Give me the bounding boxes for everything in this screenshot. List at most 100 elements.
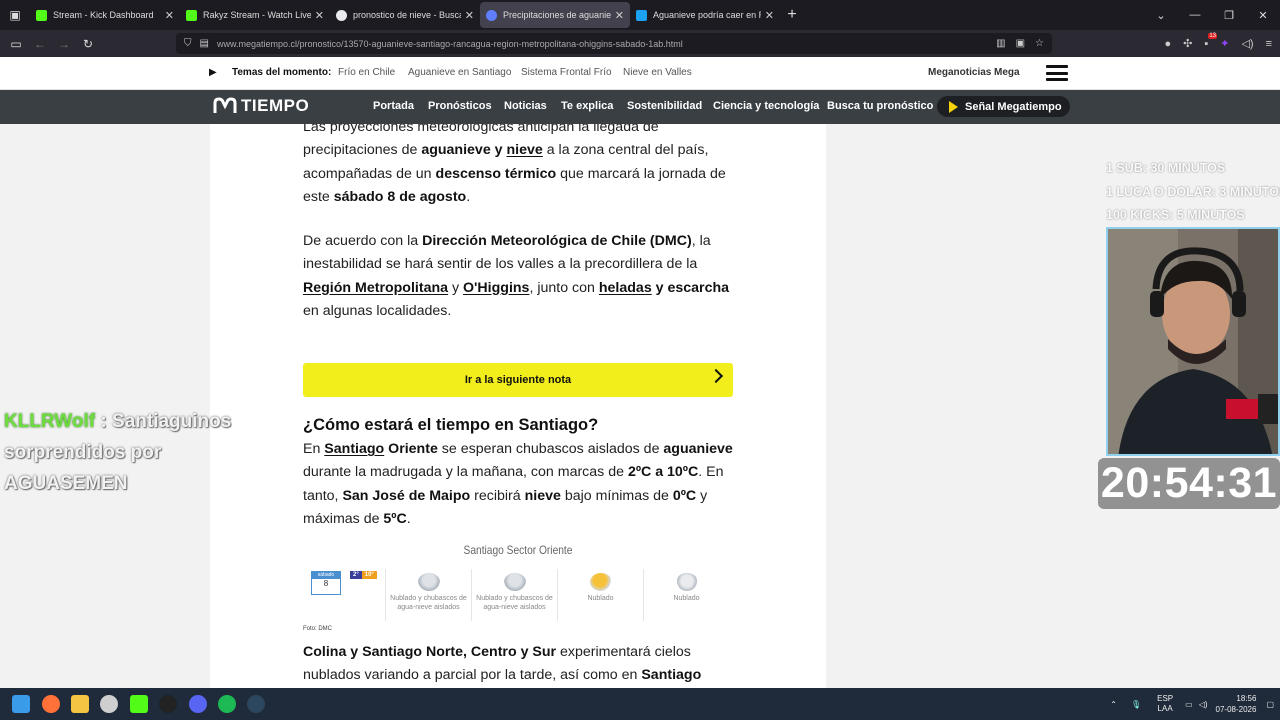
windows-start-icon[interactable] (12, 695, 30, 713)
bold-text: Santiago (641, 667, 702, 684)
trend-link[interactable]: Aguanieve en Santiago (408, 67, 511, 78)
tab-list-icon[interactable]: ▣ (0, 0, 30, 30)
text: se esperan chubascos aislados de (437, 441, 664, 457)
minimize-button[interactable]: — (1178, 9, 1212, 21)
steam-icon[interactable] (247, 695, 265, 713)
text: . (466, 188, 471, 205)
notification-icon[interactable]: ▢ (1266, 700, 1274, 709)
shield-icon[interactable]: ⛉ (184, 38, 192, 49)
extensions-puzzle-icon[interactable]: ✣ (1183, 37, 1192, 50)
nav-sostenibilidad[interactable]: Sostenibilidad (627, 100, 702, 112)
bold-text: sábado 8 de agosto (333, 188, 467, 205)
trend-link[interactable]: Sistema Frontal Frío (521, 67, 612, 78)
extension-badge-icon[interactable]: ▪ 13 (1204, 32, 1218, 50)
browser-tab[interactable]: pronostico de nieve - Buscar co ✕ (330, 2, 480, 28)
extension-icon[interactable]: ● (1164, 38, 1171, 50)
browser-tab[interactable]: Stream - Kick Dashboard ✕ (30, 2, 180, 28)
nav-noticias[interactable]: Noticias (504, 100, 547, 112)
chat-separator: : (95, 411, 113, 432)
nav-te-explica[interactable]: Te explica (561, 100, 613, 112)
text: en algunas localidades. (303, 302, 452, 319)
spotify-icon[interactable] (218, 695, 236, 713)
browser-tab-active[interactable]: Precipitaciones de aguanieve e ✕ (480, 2, 630, 28)
close-tab-icon[interactable]: ✕ (765, 9, 774, 22)
site-logo[interactable]: TIEMPO (213, 96, 309, 116)
chevron-down-icon[interactable]: ⌄ (1144, 9, 1178, 22)
browser-tab[interactable]: Rakyz Stream - Watch Live ✕ (180, 2, 330, 28)
article-body: Las proyecciones meteorológicas anticipa… (210, 124, 826, 688)
forecast-desc: Nublado (587, 595, 614, 602)
forward-button[interactable]: → (52, 37, 76, 51)
taskbar-date: 07-08-2026 (1215, 705, 1257, 714)
discord-icon[interactable] (189, 695, 207, 713)
back-button[interactable]: ← (28, 37, 52, 51)
reader-view-icon[interactable]: ▥ (996, 38, 1005, 49)
url-text[interactable]: www.megatiempo.cl/pronostico/13570-aguan… (217, 39, 996, 49)
speaker-icon[interactable]: ◁) (1199, 700, 1208, 709)
obs-icon[interactable] (100, 695, 118, 713)
twitter-icon (636, 9, 647, 21)
bookmark-star-icon[interactable]: ☆ (1035, 38, 1044, 49)
nav-portada[interactable]: Portada (373, 100, 414, 112)
browser-tab[interactable]: Aguanieve podría caer en Ranc ✕ (630, 2, 780, 28)
mega-link[interactable]: Mega (994, 67, 1020, 78)
nieve-link[interactable]: nieve (507, 142, 543, 158)
pip-icon[interactable]: ▣ (1016, 38, 1025, 49)
nav-busca[interactable]: Busca tu pronóstico (827, 100, 933, 112)
twitch-extension-icon[interactable]: ✦ (1220, 37, 1229, 50)
close-tab-icon[interactable]: ✕ (615, 9, 624, 22)
close-tab-icon[interactable]: ✕ (465, 9, 474, 22)
restore-button[interactable]: ❐ (1212, 9, 1246, 22)
aguanieve-link[interactable]: aguanieve (421, 142, 490, 158)
network-icon[interactable]: ▭ (1185, 700, 1193, 709)
volume-icon[interactable]: ◁) (1241, 37, 1253, 50)
senal-megatiempo-button[interactable]: Señal Megatiempo (937, 96, 1070, 117)
bold-text: Colina y Santiago Norte, Centro y Sur (303, 644, 557, 660)
nav-pronosticos[interactable]: Pronósticos (428, 100, 492, 112)
menu-icon[interactable]: ≡ (1266, 38, 1272, 50)
forecast-title: Santiago Sector Oriente (463, 543, 573, 557)
close-window-button[interactable]: ✕ (1246, 9, 1280, 22)
bold-text: Dirección Meteorológica de Chile (DMC) (422, 233, 692, 249)
sidebar-toggle-icon[interactable]: ▭ (4, 37, 28, 51)
url-bar[interactable]: ⛉ ▤ www.megatiempo.cl/pronostico/13570-a… (176, 33, 1052, 54)
forecast-day: sábado (312, 572, 340, 579)
new-tab-button[interactable]: + (780, 6, 804, 24)
kick-icon[interactable] (130, 695, 148, 713)
play-icon[interactable]: ▶ (209, 67, 217, 78)
forecast-cell: Nublado y chubascos de agua-nieve aislad… (471, 569, 557, 621)
firefox-icon[interactable] (42, 695, 60, 713)
hamburger-menu-icon[interactable] (1046, 65, 1068, 81)
chevron-up-icon[interactable]: ⌃ (1110, 700, 1117, 709)
bold-text: Oriente (384, 441, 438, 457)
region-metropolitana-link[interactable]: Región Metropolitana (303, 280, 448, 296)
close-tab-icon[interactable]: ✕ (315, 9, 324, 22)
app-icon[interactable] (159, 695, 177, 713)
webcam-feed (1106, 227, 1280, 456)
reload-button[interactable]: ↻ (76, 37, 100, 51)
bold-text: San José de Maipo (342, 487, 471, 504)
trend-link[interactable]: Nieve en Valles (623, 67, 692, 78)
text: durante la madrugada y la mañana, con ma… (303, 464, 628, 481)
browser-navbar: ▭ ← → ↻ ⛉ ▤ www.megatiempo.cl/pronostico… (0, 30, 1280, 57)
text: y (490, 142, 507, 159)
santiago-link[interactable]: Santiago (324, 441, 384, 457)
chat-username: KLLRWolf (4, 411, 96, 432)
file-explorer-icon[interactable] (71, 695, 89, 713)
stream-goals-overlay: 1 SUB: 30 MINUTOS 1 LUCA O DOLAR: 3 MINU… (1106, 157, 1280, 228)
trend-link[interactable]: Frío en Chile (338, 67, 395, 78)
clock-area[interactable]: 18:56 07-08-2026 (1216, 693, 1257, 715)
text: En (303, 441, 325, 457)
site-info-icon[interactable]: ▤ (200, 38, 209, 49)
ohiggins-link[interactable]: O'Higgins (463, 280, 529, 296)
language-indicator[interactable]: ESP LAA (1157, 694, 1173, 714)
bold-text: 0ºC (672, 487, 697, 504)
senal-label: Señal Megatiempo (965, 100, 1062, 113)
meganoticias-link[interactable]: Meganoticias (928, 67, 991, 78)
text: . (406, 510, 411, 527)
next-article-button[interactable]: Ir a la siguiente nota (303, 363, 733, 397)
nav-ciencia[interactable]: Ciencia y tecnología (713, 100, 819, 112)
microphone-icon[interactable]: 🎙 (1131, 700, 1141, 709)
heladas-link[interactable]: heladas (599, 280, 652, 296)
close-tab-icon[interactable]: ✕ (165, 9, 174, 22)
